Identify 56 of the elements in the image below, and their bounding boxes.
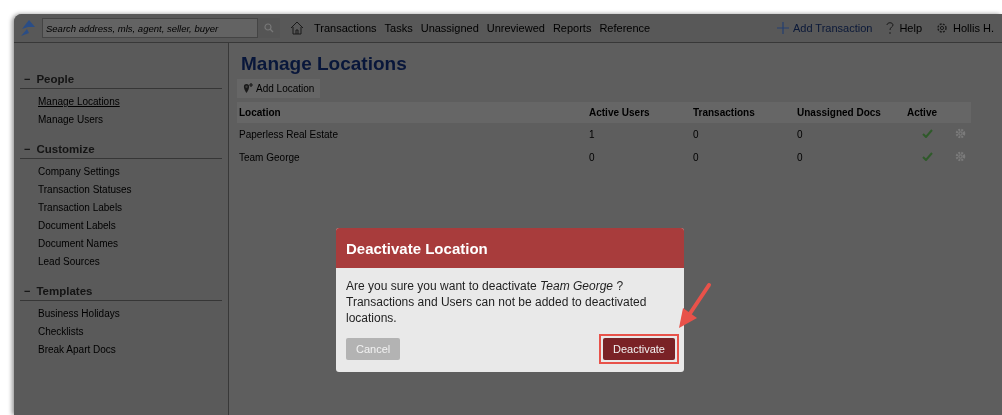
pin-plus-icon bbox=[243, 83, 253, 94]
table-cell-text: 0 bbox=[588, 151, 596, 165]
dialog-message: Are you sure you want to deactivate Team George ? Transactions and Users can not be added to deactivated locations. bbox=[346, 278, 648, 326]
section-title: Customize bbox=[36, 143, 95, 155]
home-icon[interactable] bbox=[290, 21, 304, 35]
nav-link[interactable]: Unreviewed bbox=[486, 22, 545, 34]
user-menu[interactable]: Hollis H. bbox=[953, 22, 994, 34]
settings-icon bbox=[936, 22, 949, 34]
help-link[interactable]: Help bbox=[899, 22, 923, 34]
cancel-button[interactable]: Cancel bbox=[346, 338, 401, 360]
annotation-arrow bbox=[677, 282, 713, 330]
sidebar-item[interactable]: Business Holidays bbox=[20, 305, 120, 323]
section-title: Templates bbox=[36, 285, 93, 297]
column-header: Transactions bbox=[691, 102, 795, 123]
table-cell-text: Team George bbox=[238, 151, 301, 165]
search-field[interactable]: Search address, mls, agent, seller, buyer bbox=[42, 18, 258, 38]
plus-icon bbox=[776, 22, 789, 34]
logo-icon bbox=[20, 19, 36, 37]
settings-icon[interactable] bbox=[954, 128, 966, 139]
sidebar-item[interactable]: Transaction Statuses bbox=[20, 181, 132, 199]
nav-link[interactable]: Tasks bbox=[384, 22, 413, 34]
add-location-button[interactable]: Add Location bbox=[237, 79, 321, 98]
sidebar-item[interactable]: Manage Users bbox=[20, 111, 104, 129]
section-title: People bbox=[36, 73, 75, 85]
page-title: Manage Locations bbox=[241, 53, 408, 75]
sidebar-item[interactable]: Document Labels bbox=[20, 217, 116, 235]
settings-icon[interactable] bbox=[954, 151, 966, 162]
table-cell: 1 bbox=[587, 123, 691, 146]
sidebar-item[interactable]: Break Apart Docs bbox=[20, 341, 116, 359]
nav-link[interactable]: Reports bbox=[552, 22, 592, 34]
table-cell: 0 bbox=[691, 123, 795, 146]
dialog-title: Deactivate Location bbox=[346, 239, 488, 257]
column-header: Location bbox=[237, 102, 587, 123]
collapse-toggle[interactable]: − bbox=[24, 143, 31, 155]
sidebar-item[interactable]: Checklists bbox=[20, 323, 84, 341]
collapse-toggle[interactable]: − bbox=[24, 285, 31, 297]
help-icon bbox=[886, 22, 895, 34]
sidebar-item[interactable]: Lead Sources bbox=[20, 253, 100, 271]
search-icon bbox=[264, 23, 274, 33]
nav-link[interactable]: Unassigned bbox=[420, 22, 479, 34]
nav-link[interactable]: Reference bbox=[599, 22, 651, 34]
table-cell: 0 bbox=[795, 123, 905, 146]
column-header: Unassigned Docs bbox=[795, 102, 905, 123]
sidebar-item[interactable]: Document Names bbox=[20, 235, 119, 253]
add-transaction-link[interactable]: Add Transaction bbox=[792, 22, 873, 34]
collapse-toggle[interactable]: − bbox=[24, 73, 31, 85]
sidebar-item[interactable]: Transaction Labels bbox=[20, 199, 123, 217]
table-cell-text: 0 bbox=[692, 151, 700, 165]
nav-link[interactable]: Transactions bbox=[314, 22, 377, 34]
column-header: Active Users bbox=[587, 102, 691, 123]
table-cell-text: 0 bbox=[796, 151, 804, 165]
table-cell: Paperless Real Estate bbox=[237, 123, 587, 146]
column-header: Active bbox=[905, 102, 949, 123]
sidebar-item[interactable]: Manage Locations bbox=[20, 93, 120, 111]
deactivate-button[interactable]: Deactivate bbox=[603, 338, 675, 360]
sidebar-item[interactable]: Company Settings bbox=[20, 163, 120, 181]
